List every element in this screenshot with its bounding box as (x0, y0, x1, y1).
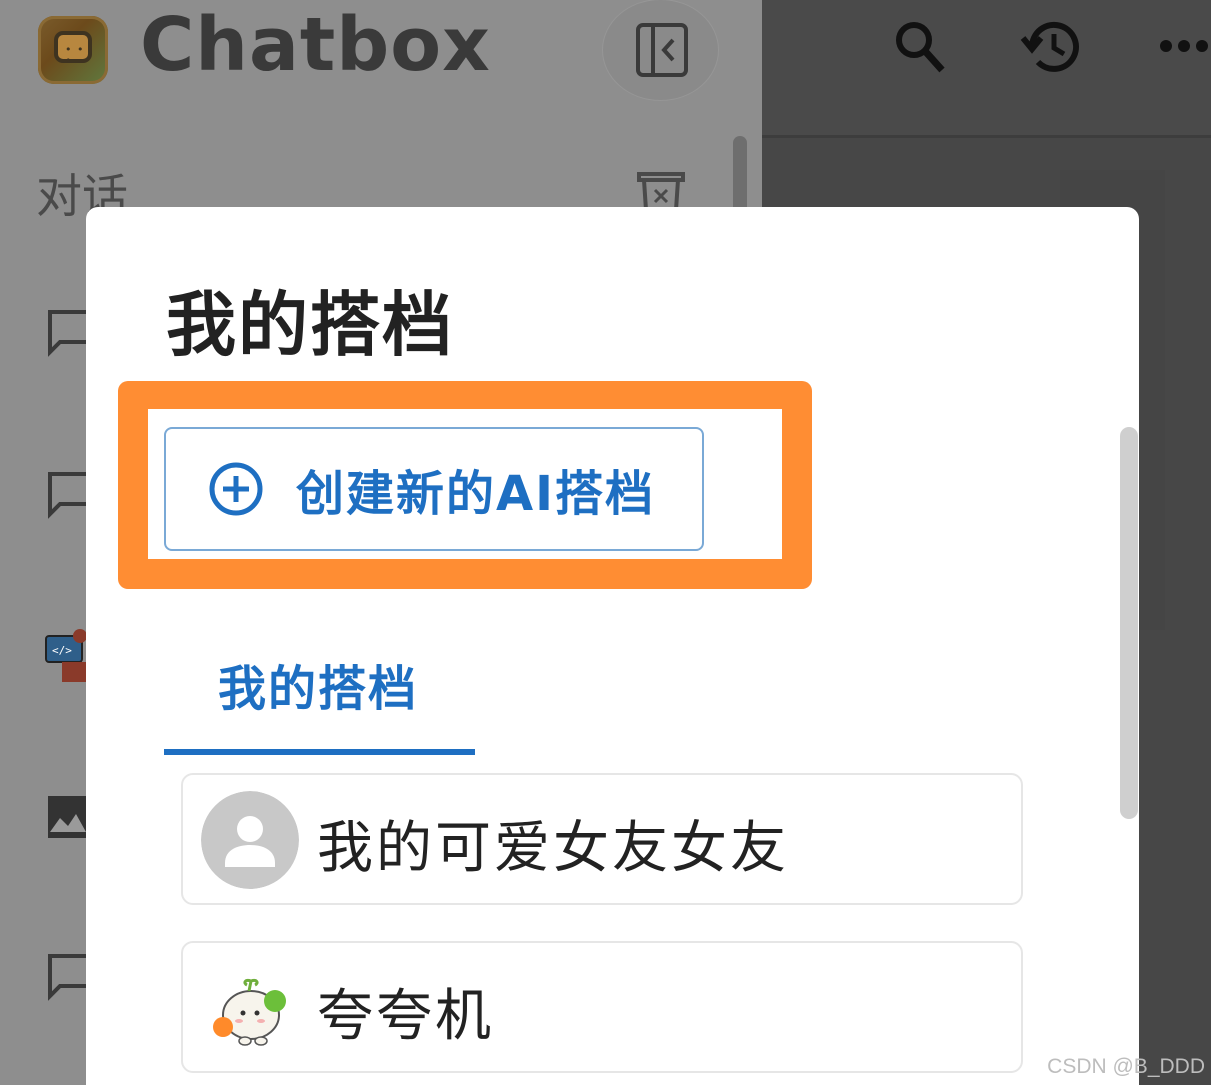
partner-card[interactable]: 夸夸机 (181, 941, 1023, 1073)
active-tab-indicator (164, 749, 475, 755)
svg-text:</>: </> (52, 644, 72, 657)
add-circle-icon (209, 462, 263, 516)
collapse-sidebar-button[interactable] (603, 0, 718, 100)
chat-bubble-icon[interactable] (46, 470, 88, 520)
dialog-title: 我的搭档 (166, 284, 454, 366)
tab-my-partners[interactable]: 我的搭档 (164, 627, 475, 757)
history-icon[interactable] (1020, 18, 1082, 76)
app-title: Chatbox (140, 2, 491, 88)
create-ai-partner-button[interactable]: 创建新的AI搭档 (164, 427, 704, 551)
more-icon[interactable] (1158, 36, 1211, 56)
top-bar (762, 0, 1211, 138)
tab-label: 我的搭档 (218, 661, 419, 717)
search-icon[interactable] (892, 18, 946, 74)
default-user-avatar-icon (201, 791, 299, 889)
partners-dialog: 我的搭档 创建新的AI搭档 我的搭档 我的可爱女友女友 夸夸机 (86, 207, 1139, 1085)
collapse-sidebar-icon (636, 23, 688, 77)
watermark: CSDN @B_DDD (1047, 1055, 1205, 1078)
app-logo: • • • (38, 16, 108, 84)
image-icon[interactable] (48, 796, 88, 838)
create-button-label: 创建新的AI搭档 (296, 466, 656, 522)
chat-bubble-icon[interactable] (46, 308, 88, 358)
dialog-scrollbar[interactable] (1120, 427, 1138, 819)
chat-bubble-icon[interactable] (46, 952, 88, 1002)
cheerleader-sheep-avatar-icon (201, 959, 299, 1057)
trash-icon[interactable] (636, 170, 686, 210)
coder-avatar-icon[interactable]: </> (44, 626, 86, 686)
partner-name: 我的可爱女友女友 (317, 816, 789, 881)
partner-card[interactable]: 我的可爱女友女友 (181, 773, 1023, 905)
partner-name: 夸夸机 (317, 984, 494, 1049)
